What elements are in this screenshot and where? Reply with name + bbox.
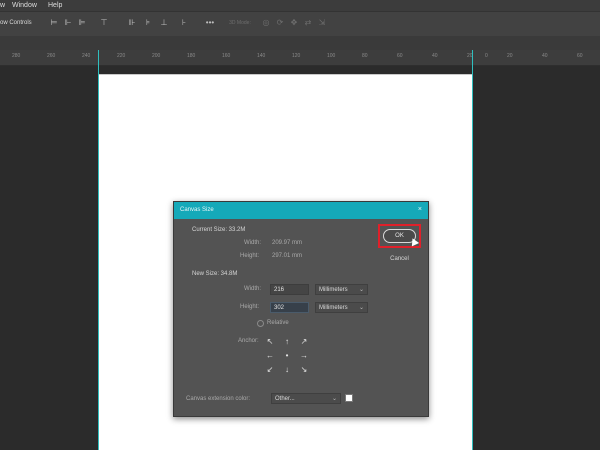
menu-item-help[interactable]: Help: [48, 0, 62, 11]
anchor-bottom[interactable]: ↓: [280, 364, 294, 376]
anchor-top-right[interactable]: ↗: [297, 336, 311, 348]
anchor-right[interactable]: →: [297, 350, 311, 362]
anchor-center[interactable]: •: [280, 350, 294, 362]
new-size-label: New Size: 34.8M: [192, 271, 238, 277]
anchor-label: Anchor:: [238, 338, 259, 344]
anchor-top-left[interactable]: ↖: [263, 336, 277, 348]
pan-icon[interactable]: ✥: [290, 18, 298, 28]
canvas-extension-color-label: Canvas extension color:: [186, 396, 251, 402]
more-options-icon[interactable]: •••: [204, 18, 216, 28]
ruler-label: 200: [152, 53, 161, 59]
ruler-label: 260: [47, 53, 56, 59]
height-unit-value: Millimeters: [319, 305, 348, 311]
current-height-value: 297.01 mm: [272, 253, 303, 259]
align-right-icon[interactable]: ⊫: [78, 18, 86, 28]
canvas-size-dialog: Canvas Size × Current Size: 33.2M Width:…: [173, 201, 429, 417]
align-top-icon[interactable]: ⊤: [100, 18, 108, 28]
width-label: Width:: [244, 286, 262, 292]
ruler-label: 100: [327, 53, 336, 59]
roll-icon[interactable]: ⟳: [276, 18, 284, 28]
horizontal-ruler[interactable]: 280 260 240 220 200 180 160 140 120 100 …: [0, 50, 600, 66]
3d-mode-label: 3D Mode:: [229, 20, 251, 26]
ruler-label: 60: [577, 53, 583, 59]
ruler-label: 280: [12, 53, 21, 59]
cancel-button[interactable]: Cancel: [383, 253, 416, 265]
distribute-vertical-icon[interactable]: ⊦: [180, 18, 188, 28]
close-icon[interactable]: ×: [418, 206, 422, 213]
width-input[interactable]: 216: [270, 284, 309, 295]
distribute-icon[interactable]: ⊪: [128, 18, 136, 28]
align-center-icon[interactable]: ⊩: [64, 18, 72, 28]
ruler-label: 60: [397, 53, 403, 59]
ruler-label: 40: [542, 53, 548, 59]
height-input[interactable]: 302: [270, 302, 309, 313]
anchor-bottom-left[interactable]: ↙: [263, 364, 277, 376]
current-width-value: 209.97 mm: [272, 240, 303, 246]
extension-color-value: Other...: [275, 396, 295, 402]
ruler-label: 180: [187, 53, 196, 59]
ruler-label: 80: [362, 53, 368, 59]
canvas-top-edge: [99, 74, 472, 75]
align-bottom-icon[interactable]: ⊥: [160, 18, 168, 28]
canvas-extension-color-select[interactable]: Other... ⌄: [271, 393, 341, 404]
ruler-label: 140: [257, 53, 266, 59]
scale-icon[interactable]: ⇲: [318, 18, 326, 28]
show-transform-controls-label[interactable]: ow Controls: [0, 20, 32, 26]
menu-item-window[interactable]: Window: [12, 0, 37, 11]
menu-item-view[interactable]: w: [0, 0, 5, 11]
ruler-label: 220: [117, 53, 126, 59]
anchor-left[interactable]: ←: [263, 350, 277, 362]
width-unit-select[interactable]: Millimeters ⌄: [315, 284, 368, 295]
options-bar: ow Controls ⊨ ⊩ ⊫ ⊤ ⊪ ⊧ ⊥ ⊦ ••• 3D Mode:…: [0, 11, 600, 37]
chevron-down-icon: ⌄: [358, 287, 364, 293]
ruler-label: 120: [292, 53, 301, 59]
width-unit-value: Millimeters: [319, 287, 348, 293]
current-width-label: Width:: [244, 240, 262, 246]
right-guide[interactable]: [472, 50, 473, 450]
height-label: Height:: [240, 304, 260, 310]
chevron-down-icon: ⌄: [358, 305, 364, 311]
ruler-label: 0: [485, 53, 488, 59]
align-left-icon[interactable]: ⊨: [50, 18, 58, 28]
relative-checkbox[interactable]: [257, 320, 264, 327]
dialog-titlebar[interactable]: Canvas Size ×: [174, 202, 428, 219]
ruler-label: 40: [432, 53, 438, 59]
current-size-label: Current Size: 33.2M: [192, 227, 246, 233]
chevron-down-icon: ⌄: [331, 396, 337, 402]
ruler-label: 20: [507, 53, 513, 59]
dialog-title: Canvas Size: [180, 207, 214, 213]
align-middle-icon[interactable]: ⊧: [144, 18, 152, 28]
menu-bar: w Window Help: [0, 0, 600, 11]
left-guide[interactable]: [98, 50, 99, 450]
ruler-label: 160: [222, 53, 231, 59]
height-unit-select[interactable]: Millimeters ⌄: [315, 302, 368, 313]
relative-label: Relative: [267, 320, 289, 326]
anchor-bottom-right[interactable]: ↘: [297, 364, 311, 376]
anchor-grid[interactable]: ↖ ↑ ↗ ← • → ↙ ↓ ↘: [263, 336, 311, 378]
workspace-top: [0, 66, 600, 74]
orbit-icon[interactable]: ◎: [262, 18, 270, 28]
ruler-label: 240: [82, 53, 91, 59]
extension-color-swatch[interactable]: [345, 394, 353, 402]
tab-bar: [0, 36, 600, 50]
anchor-top[interactable]: ↑: [280, 336, 294, 348]
current-height-label: Height:: [240, 253, 260, 259]
slide-icon[interactable]: ⇄: [304, 18, 312, 28]
